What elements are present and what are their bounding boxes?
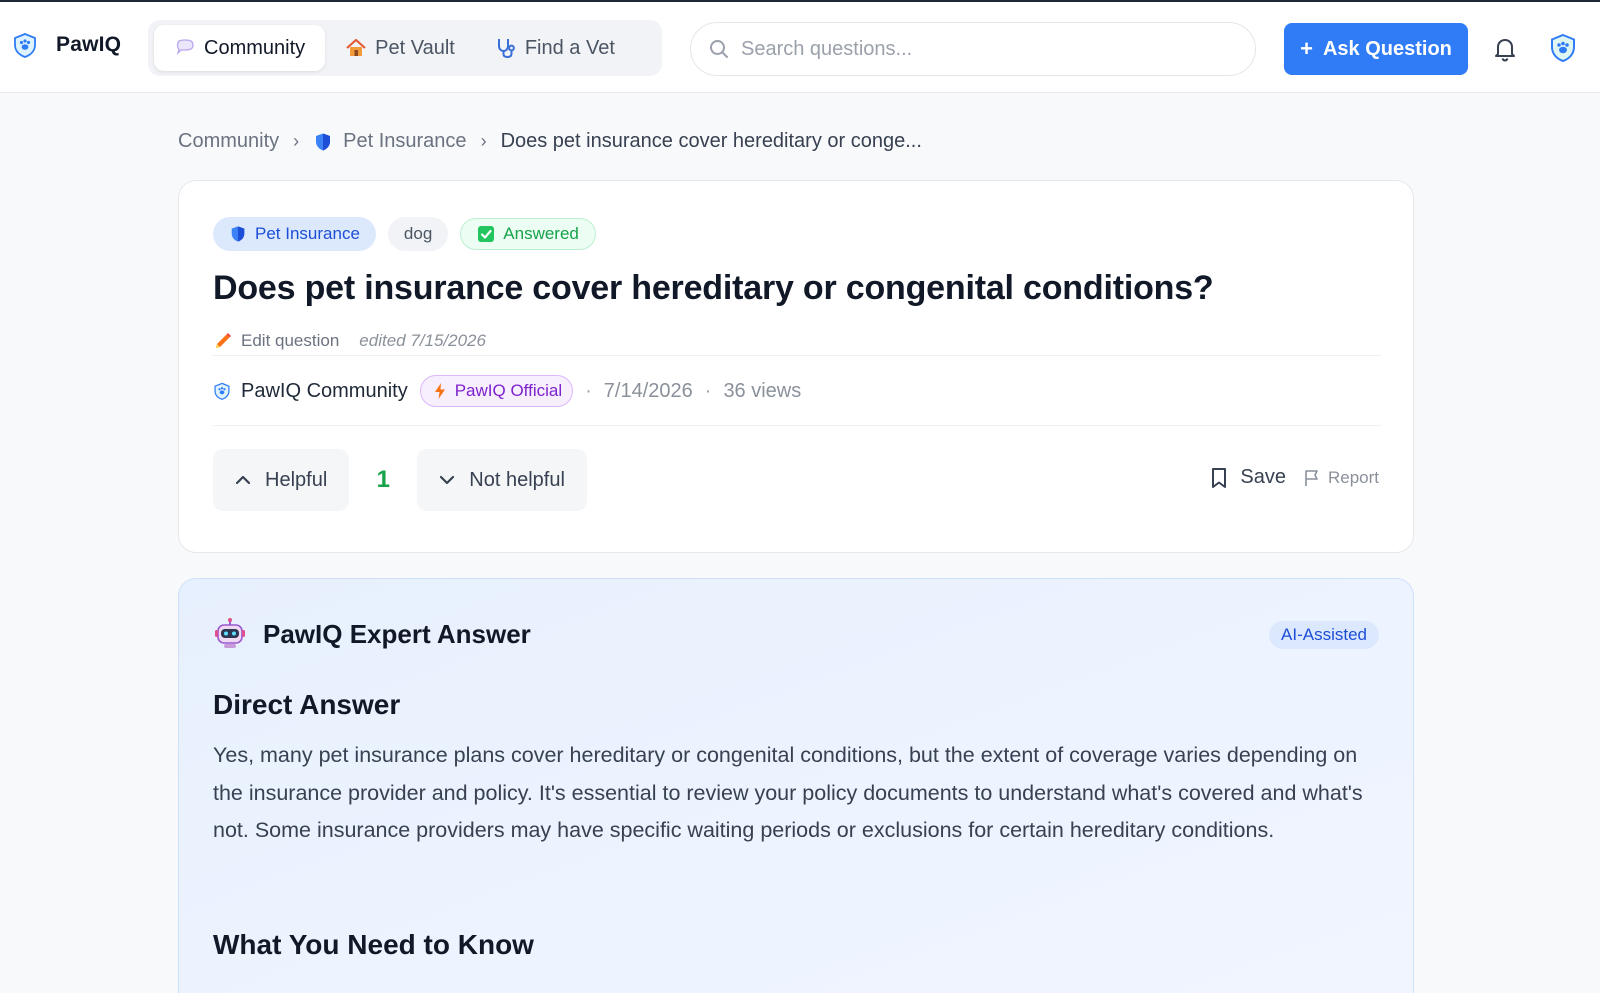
robot-icon	[215, 618, 245, 648]
direct-answer-body: Yes, many pet insurance plans cover here…	[213, 743, 1363, 842]
report-label: Report	[1327, 467, 1379, 487]
answer-header: PawIQ Expert Answer	[213, 617, 531, 651]
flag-icon	[1305, 469, 1318, 486]
plus-icon: +	[1300, 36, 1313, 61]
separator-dot: ·	[704, 379, 712, 402]
stethoscope-icon	[495, 37, 517, 59]
edit-question-link[interactable]: Edit question	[213, 331, 339, 351]
helpful-label: Helpful	[265, 468, 328, 491]
brand-name: PawIQ	[56, 33, 122, 56]
vote-row: Helpful 1 Not helpful	[213, 449, 587, 511]
direct-answer-heading: Direct Answer	[213, 689, 401, 720]
nav-tab-community[interactable]: Community	[154, 25, 326, 71]
edited-timestamp: edited 7/15/2026	[359, 331, 486, 350]
chevron-down-icon	[440, 475, 455, 485]
breadcrumb-current: Does pet insurance cover hereditary or c…	[500, 130, 922, 152]
ai-assisted-badge: AI-Assisted	[1269, 621, 1379, 649]
tag-category[interactable]: Pet Insurance	[213, 217, 376, 251]
answer-title: PawIQ Expert Answer	[263, 618, 531, 649]
not-helpful-label: Not helpful	[469, 468, 565, 491]
question-date: 7/14/2026	[603, 379, 693, 402]
answered-label: Answered	[503, 224, 579, 243]
tag-label: dog	[403, 224, 433, 243]
edit-row: Edit question edited 7/15/2026	[213, 331, 486, 351]
edit-question-label: Edit question	[241, 331, 340, 350]
pawiq-logo-icon	[14, 33, 36, 58]
brand[interactable]: PawIQ	[12, 32, 121, 58]
question-tags: Pet Insurance dog Answered	[213, 217, 608, 251]
nav-tab-pet-vault[interactable]: Pet Vault	[325, 25, 475, 71]
question-meta: PawIQ Community PawIQ Official · 7/14/20…	[213, 373, 801, 409]
chevron-right-icon: ›	[293, 131, 300, 151]
user-avatar-icon[interactable]	[1548, 33, 1578, 63]
what-to-know-heading: What You Need to Know	[213, 929, 534, 960]
author-name[interactable]: PawIQ Community	[241, 380, 408, 403]
chevron-up-icon	[235, 475, 251, 485]
question-actions: Save Report	[1210, 466, 1379, 489]
helpful-button[interactable]: Helpful	[213, 449, 350, 511]
ask-question-button[interactable]: + Ask Question	[1284, 23, 1468, 75]
ask-question-label: Ask Question	[1322, 37, 1452, 60]
search-input[interactable]	[741, 37, 1221, 61]
breadcrumb: Community › Pet Insurance › Does pet ins…	[178, 130, 922, 153]
save-button[interactable]: Save	[1210, 466, 1286, 489]
search-icon	[710, 40, 728, 58]
pawiq-logo-icon	[214, 382, 230, 400]
question-views: 36 views	[723, 379, 802, 402]
separator-dot: ·	[585, 379, 592, 402]
top-navbar: PawIQ Community Pet Vault Find a Vet + A…	[0, 0, 1600, 93]
save-label: Save	[1240, 466, 1286, 488]
vote-count: 1	[376, 466, 390, 493]
speech-bubble-icon	[174, 37, 196, 59]
not-helpful-button[interactable]: Not helpful	[417, 449, 587, 511]
official-badge: PawIQ Official	[419, 375, 574, 407]
main-nav: Community Pet Vault Find a Vet	[148, 20, 662, 76]
question-title: Does pet insurance cover hereditary or c…	[213, 269, 1214, 307]
divider	[213, 355, 1381, 356]
expert-answer-card: PawIQ Expert Answer AI-Assisted Direct A…	[178, 578, 1414, 993]
bell-icon[interactable]	[1492, 36, 1518, 62]
bookmark-icon	[1212, 467, 1227, 488]
pencil-icon	[216, 333, 231, 348]
report-button[interactable]: Report	[1304, 468, 1379, 488]
nav-tab-label: Find a Vet	[524, 36, 615, 59]
shield-icon	[316, 133, 331, 150]
tag-species[interactable]: dog	[387, 217, 449, 251]
house-icon	[345, 37, 367, 59]
nav-tab-label: Pet Vault	[375, 36, 455, 59]
breadcrumb-pet-insurance[interactable]: Pet Insurance	[343, 130, 466, 153]
check-box-icon	[478, 226, 495, 242]
answered-badge: Answered	[460, 218, 596, 250]
chevron-right-icon: ›	[480, 131, 487, 151]
divider	[213, 425, 1381, 426]
tag-label: Pet Insurance	[255, 224, 360, 243]
search-bar[interactable]	[690, 22, 1256, 76]
nav-tab-find-a-vet[interactable]: Find a Vet	[475, 25, 635, 71]
official-badge-label: PawIQ Official	[454, 381, 563, 400]
nav-tab-label: Community	[204, 36, 306, 59]
breadcrumb-community[interactable]: Community	[178, 130, 279, 153]
question-card: Pet Insurance dog Answered Does pet insu…	[178, 180, 1414, 553]
shield-icon	[231, 226, 245, 242]
lightning-icon	[434, 383, 445, 399]
